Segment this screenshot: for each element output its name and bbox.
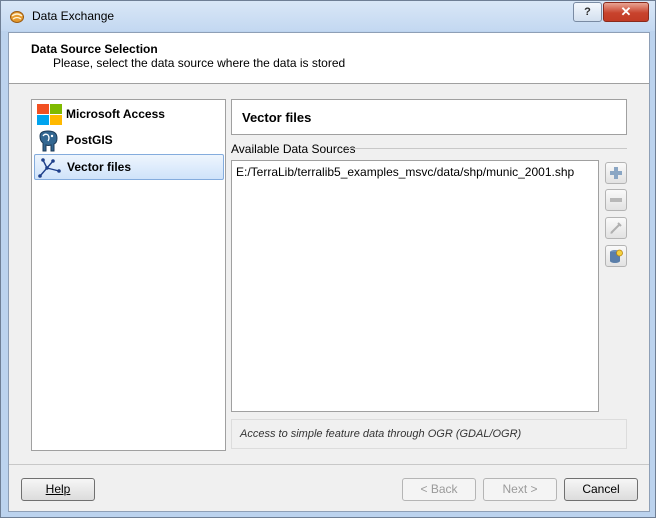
next-button[interactable]: Next > — [483, 478, 557, 501]
data-source-item-postgis[interactable]: PostGIS — [34, 128, 222, 152]
data-source-label: PostGIS — [66, 133, 113, 147]
wizard-header: Data Source Selection Please, select the… — [9, 33, 649, 84]
postgis-elephant-icon — [39, 130, 58, 152]
footer-divider — [9, 464, 649, 465]
explore-datasource-icon — [610, 249, 623, 263]
page-subtitle: Please, select the data source where the… — [53, 56, 346, 70]
wizard-client-area: Data Source Selection Please, select the… — [8, 32, 650, 512]
data-source-item-microsoft-access[interactable]: Microsoft Access — [34, 102, 222, 126]
data-source-description: Access to simple feature data through OG… — [240, 428, 522, 440]
remove-icon — [610, 198, 622, 202]
title-help-button[interactable]: ? — [573, 2, 602, 22]
microsoft-access-icon — [37, 104, 62, 125]
data-source-description-box: Access to simple feature data through OG… — [231, 419, 627, 449]
data-source-type-list[interactable]: Microsoft Access PostGIS Vector files — [31, 99, 226, 451]
data-source-label: Vector files — [67, 160, 132, 174]
help-icon: ? — [584, 6, 591, 18]
cancel-button-label: Cancel — [582, 482, 620, 496]
data-exchange-window: Data Exchange ? ✕ Data Source Selection … — [0, 0, 656, 518]
data-source-label: Microsoft Access — [66, 107, 165, 121]
add-icon — [610, 167, 622, 179]
detail-title: Vector files — [242, 110, 312, 125]
help-button[interactable]: Help — [21, 478, 95, 501]
group-divider — [345, 148, 627, 149]
back-button-label: < Back — [420, 482, 458, 496]
page-title: Data Source Selection — [31, 42, 158, 56]
title-bar[interactable]: Data Exchange ? ✕ — [1, 1, 655, 31]
data-source-item-vector-files[interactable]: Vector files — [34, 154, 224, 180]
available-data-sources-label: Available Data Sources — [231, 142, 356, 156]
help-button-label: Help — [45, 482, 71, 496]
explore-data-source-button[interactable] — [605, 245, 627, 267]
add-data-source-button[interactable] — [605, 162, 627, 184]
back-button[interactable]: < Back — [402, 478, 476, 501]
remove-data-source-button[interactable] — [605, 189, 627, 211]
window-title: Data Exchange — [32, 9, 115, 23]
data-exchange-app-icon — [10, 11, 24, 23]
title-close-button[interactable]: ✕ — [603, 2, 649, 22]
edit-data-source-button[interactable] — [605, 217, 627, 239]
vector-files-icon — [38, 158, 61, 178]
cancel-button[interactable]: Cancel — [564, 478, 638, 501]
list-item[interactable]: E:/TerraLib/terralib5_examples_msvc/data… — [236, 165, 574, 179]
detail-title-box: Vector files — [231, 99, 627, 135]
next-button-label: Next > — [502, 482, 538, 496]
close-icon: ✕ — [620, 4, 632, 19]
available-data-sources-list[interactable]: E:/TerraLib/terralib5_examples_msvc/data… — [231, 160, 599, 412]
edit-icon — [610, 222, 622, 234]
